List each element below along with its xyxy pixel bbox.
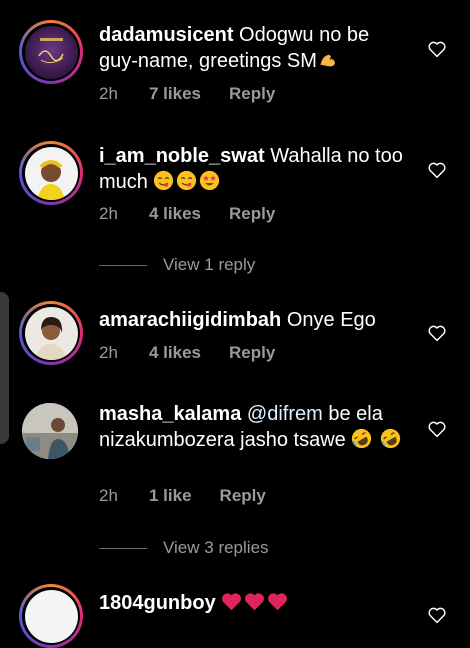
view-replies-button[interactable]: View 1 reply (99, 255, 255, 275)
comment-meta: 2h 4 likes Reply (99, 343, 275, 363)
face-savoring-food-icon (153, 170, 174, 191)
comment-text: masha_kalama @difrem be ela nizakumbozer… (99, 401, 409, 453)
reply-button[interactable]: Reply (229, 343, 275, 363)
avatar-image (24, 146, 78, 200)
comment-time: 2h (99, 486, 118, 505)
avatar[interactable] (19, 301, 83, 365)
avatar-image (24, 306, 78, 360)
comment-text: dadamusicent Odogwu no be guy-name, gree… (99, 22, 409, 74)
rolling-on-floor-laughing-icon (351, 428, 372, 449)
edge-panel-handle[interactable] (0, 292, 9, 444)
red-heart-icon (244, 591, 265, 612)
red-heart-icon (267, 591, 288, 612)
avatar-image (22, 403, 78, 459)
reply-button[interactable]: Reply (229, 204, 275, 224)
like-heart-icon[interactable] (427, 161, 447, 179)
comment-time: 2h (99, 343, 118, 362)
red-heart-icon (221, 591, 242, 612)
mention-link[interactable]: @difrem (247, 403, 323, 425)
avatar[interactable] (22, 403, 78, 459)
comment-username[interactable]: masha_kalama (99, 403, 241, 425)
comment-likes[interactable]: 7 likes (149, 84, 201, 104)
comment-username[interactable]: 1804gunboy (99, 592, 216, 614)
comment-username[interactable]: dadamusicent (99, 24, 233, 46)
comment-text: i_am_noble_swat Wahalla no too much (99, 143, 409, 195)
avatar[interactable] (19, 584, 83, 648)
avatar-image (24, 25, 78, 79)
flexed-biceps-icon (317, 49, 338, 70)
comment-meta: 2h 4 likes Reply (99, 204, 275, 224)
comment-body: Onye Ego (286, 309, 376, 331)
comment-likes[interactable]: 1 like (149, 486, 192, 506)
rolling-on-floor-laughing-icon (380, 428, 401, 449)
comment-username[interactable]: i_am_noble_swat (99, 145, 265, 167)
divider-line (99, 547, 147, 549)
reply-button[interactable]: Reply (229, 84, 275, 104)
avatar-image (24, 589, 78, 643)
face-savoring-food-icon (176, 170, 197, 191)
reply-button[interactable]: Reply (220, 486, 266, 506)
comment-likes[interactable]: 4 likes (149, 204, 201, 224)
comment-meta: 2h 7 likes Reply (99, 84, 275, 104)
comment-time: 2h (99, 84, 118, 103)
comment-likes[interactable]: 4 likes (149, 343, 201, 363)
comment-meta: 2h 1 like Reply (99, 486, 266, 506)
divider-line (99, 264, 147, 266)
like-heart-icon[interactable] (427, 606, 447, 624)
avatar[interactable] (19, 20, 83, 84)
comment-time: 2h (99, 204, 118, 223)
comment-username[interactable]: amarachiigidimbah (99, 309, 281, 331)
comment-text: amarachiigidimbah Onye Ego (99, 307, 409, 333)
like-heart-icon[interactable] (427, 40, 447, 58)
view-replies-button[interactable]: View 3 replies (99, 538, 269, 558)
view-replies-label: View 3 replies (163, 538, 269, 557)
avatar[interactable] (19, 141, 83, 205)
like-heart-icon[interactable] (427, 420, 447, 438)
view-replies-label: View 1 reply (163, 255, 256, 274)
star-struck-icon (199, 170, 220, 191)
like-heart-icon[interactable] (427, 324, 447, 342)
comment-text: 1804gunboy (99, 590, 409, 616)
